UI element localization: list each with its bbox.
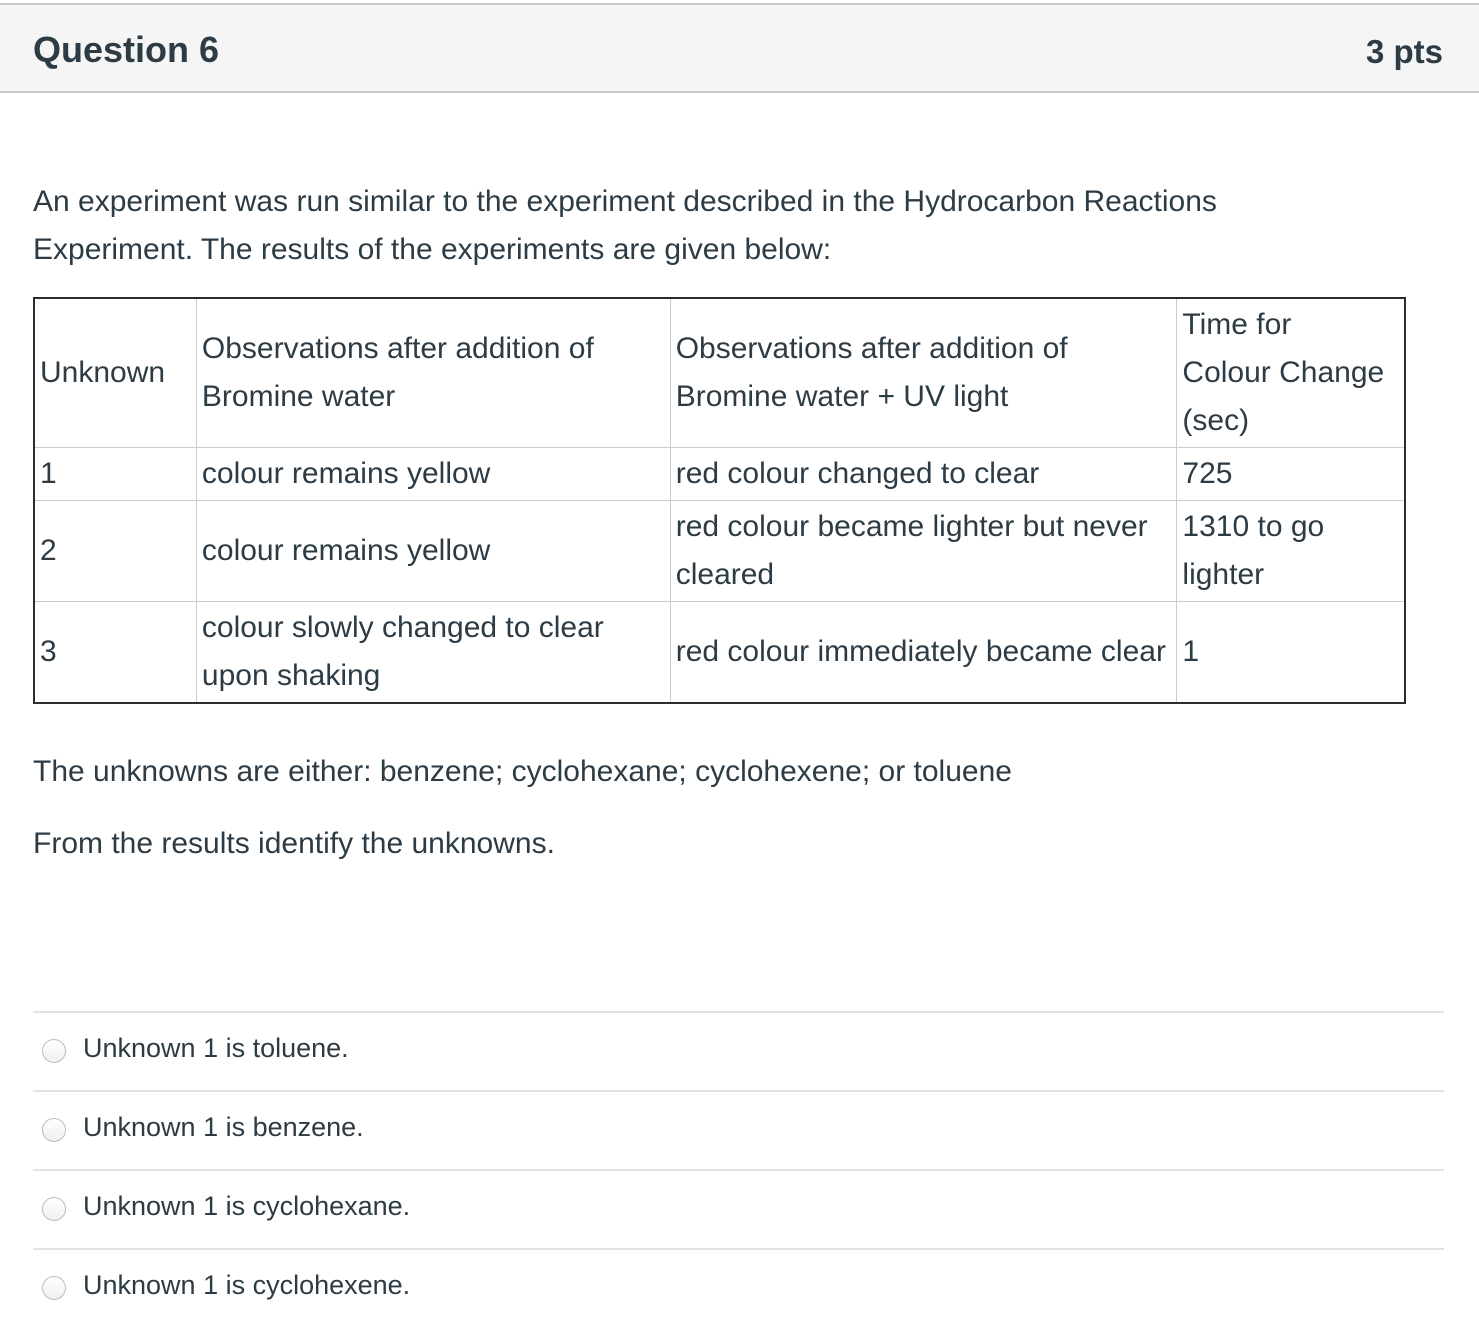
- table-row: 1 colour remains yellow red colour chang…: [34, 447, 1405, 501]
- cell-bromine: colour remains yellow: [195, 500, 671, 602]
- cell-uv: red colour immediately became clear: [669, 601, 1178, 703]
- answer-label[interactable]: Unknown 1 is toluene.: [83, 1033, 349, 1064]
- answer-option[interactable]: Unknown 1 is benzene.: [33, 1090, 1444, 1169]
- answer-label[interactable]: Unknown 1 is cyclohexene.: [83, 1270, 410, 1301]
- header-time-line1: Time for: [1182, 308, 1292, 341]
- cell-unknown: 2: [34, 500, 197, 602]
- question-header: Question 6 3 pts: [0, 3, 1479, 93]
- radio-button[interactable]: [42, 1118, 66, 1142]
- table-row: 3 colour slowly changed to clear upon sh…: [34, 601, 1405, 703]
- cell-time: 1: [1176, 601, 1405, 703]
- radio-button[interactable]: [42, 1276, 66, 1300]
- cell-unknown: 3: [34, 601, 197, 703]
- question-intro: An experiment was run similar to the exp…: [33, 185, 1217, 266]
- header-unknown: Unknown: [34, 298, 197, 448]
- cell-bromine: colour remains yellow: [195, 447, 671, 501]
- answer-option[interactable]: Unknown 1 is cyclohexene.: [33, 1248, 1444, 1327]
- instruction-text: From the results identify the unknowns.: [33, 827, 555, 860]
- answer-option[interactable]: Unknown 1 is toluene.: [33, 1011, 1444, 1090]
- header-time: Time for Colour Change (sec): [1176, 298, 1405, 448]
- answer-list: Unknown 1 is toluene. Unknown 1 is benze…: [33, 1011, 1444, 1327]
- header-time-line2: Colour Change: [1182, 356, 1385, 389]
- header-bromine-line1: Observations after addition of: [201, 332, 594, 365]
- answer-label[interactable]: Unknown 1 is benzene.: [83, 1112, 364, 1143]
- radio-button[interactable]: [42, 1197, 66, 1221]
- cell-time: 725: [1176, 447, 1405, 501]
- header-time-line3: (sec): [1182, 404, 1250, 437]
- table-header-row: Unknown Observations after addition of Br…: [34, 298, 1405, 448]
- cell-bromine: colour slowly changed to clear upon shak…: [195, 601, 671, 703]
- header-uv: Observations after addition of Bromine wa…: [669, 298, 1178, 448]
- cell-unknown: 1: [34, 447, 197, 501]
- results-table: Unknown Observations after addition of Br…: [33, 297, 1406, 704]
- unknowns-list-text: The unknowns are either: benzene; cycloh…: [33, 755, 1012, 788]
- answer-option[interactable]: Unknown 1 is cyclohexane.: [33, 1169, 1444, 1248]
- header-bromine-line2: Bromine water: [201, 380, 396, 413]
- answer-label[interactable]: Unknown 1 is cyclohexane.: [83, 1191, 410, 1222]
- cell-time: 1310 to go lighter: [1176, 500, 1405, 602]
- question-title: Question 6: [33, 29, 220, 70]
- radio-button[interactable]: [42, 1039, 66, 1063]
- table-row: 2 colour remains yellow red colour becam…: [34, 500, 1405, 602]
- header-uv-line2: Bromine water + UV light: [675, 380, 1009, 413]
- header-bromine: Observations after addition of Bromine wa…: [195, 298, 671, 448]
- cell-uv: red colour became lighter but never clea…: [669, 500, 1178, 602]
- question-points: 3 pts: [1365, 33, 1443, 70]
- header-uv-line1: Observations after addition of: [675, 332, 1068, 365]
- cell-uv: red colour changed to clear: [669, 447, 1178, 501]
